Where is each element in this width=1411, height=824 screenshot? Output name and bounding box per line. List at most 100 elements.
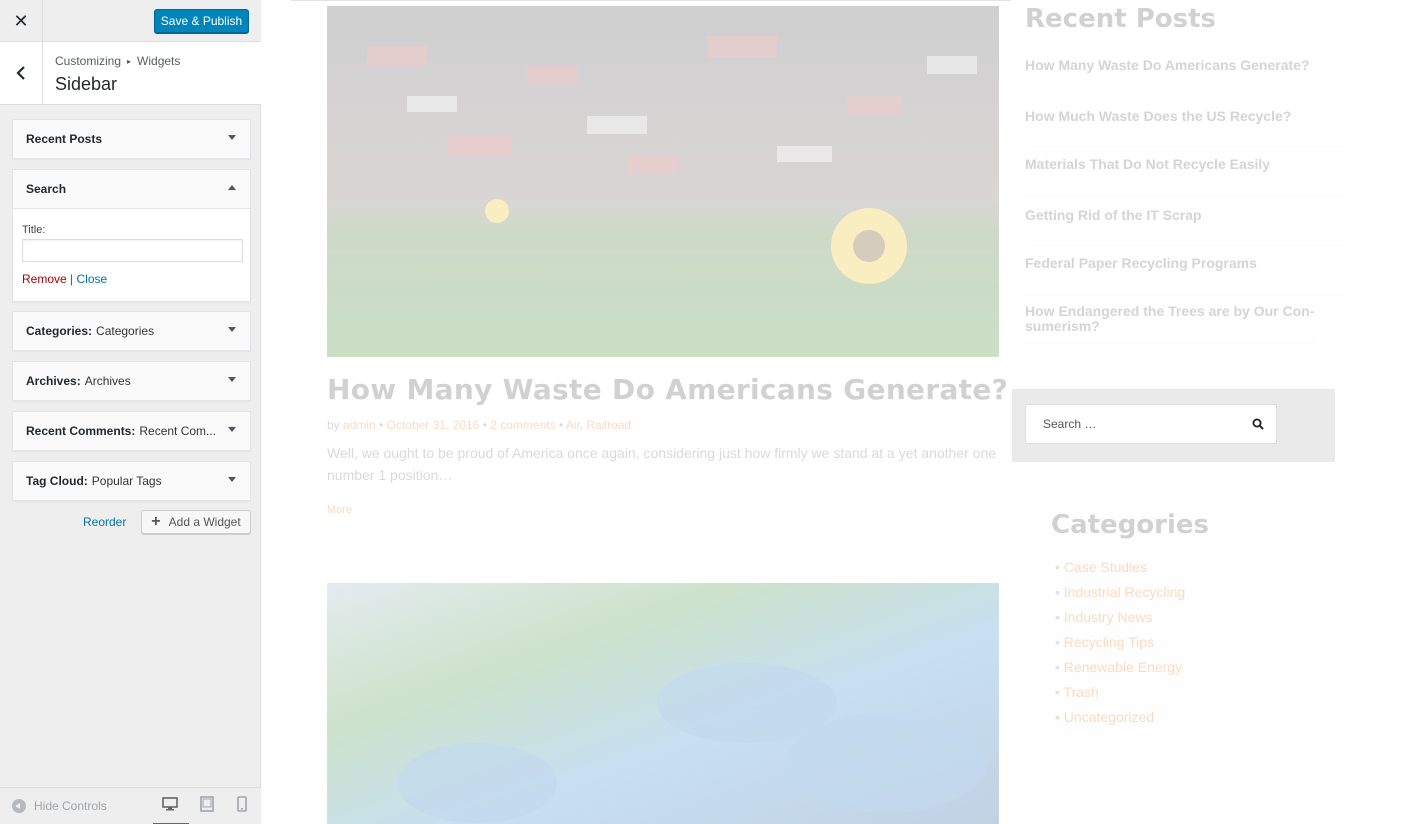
remove-widget-link[interactable]: Remove — [22, 272, 67, 286]
tablet-preview-button[interactable] — [200, 796, 218, 816]
desktop-icon — [162, 797, 178, 811]
title-field-label: Title: — [22, 224, 46, 236]
category-separator: , — [579, 418, 584, 432]
save-publish-button[interactable]: Save & Publish — [154, 9, 249, 33]
post-meta: by admin • October 31, 2016 • 2 comments… — [327, 418, 631, 432]
category-link[interactable]: Case Studies — [1055, 558, 1185, 583]
close-widget-link[interactable]: Close — [77, 272, 108, 286]
expand-arrow-icon[interactable] — [228, 427, 236, 432]
expand-arrow-icon[interactable] — [228, 135, 236, 140]
site-preview: How Many Waste Do Americans Generate? by… — [261, 0, 1411, 824]
post-date[interactable]: October 31, 2016 — [387, 418, 480, 432]
post-featured-image[interactable] — [327, 583, 999, 824]
category-link[interactable]: Renewable Energy — [1055, 658, 1185, 683]
desktop-preview-button[interactable] — [153, 796, 189, 824]
mobile-icon — [237, 796, 247, 812]
section-title: Sidebar — [55, 74, 118, 94]
mobile-preview-button[interactable] — [237, 796, 255, 816]
widget-title: Search — [26, 182, 67, 196]
widget-search: Search Title: Remove | Close — [12, 169, 251, 302]
categories-list: Case Studies Industrial Recycling Indust… — [1055, 558, 1186, 733]
categories-widget: Categories Case Studies Industrial Recyc… — [1025, 478, 1347, 748]
widget-title-input[interactable] — [22, 239, 243, 262]
widget-categories: Categories: Categories — [12, 311, 251, 351]
widget-header[interactable]: Archives: Archives — [13, 362, 250, 400]
post-category[interactable]: Railroad — [587, 418, 632, 432]
widget-actions: Remove | Close — [22, 272, 241, 286]
widget-header[interactable]: Search — [13, 170, 250, 208]
customizer-panel: ✕ Save & Publish Customizing ▸ Widgets S… — [0, 0, 261, 824]
meta-dot: • — [558, 418, 566, 432]
widget-header[interactable]: Recent Comments: Recent Com... — [13, 412, 250, 450]
widget-title: Categories: — [26, 324, 93, 338]
recent-post-link[interactable]: Getting Rid of the IT Scrap — [1025, 197, 1345, 246]
add-widget-button[interactable]: + Add a Widget — [141, 510, 251, 534]
widget-form: Title: Remove | Close — [13, 208, 250, 301]
hide-controls-button[interactable]: Hide Controls — [12, 799, 107, 813]
post-author[interactable]: admin — [343, 418, 376, 432]
widget-title: Recent Comments: — [26, 424, 136, 438]
recent-post-link[interactable]: Materials That Do Not Recycle Easily — [1025, 147, 1345, 197]
widget-recent-posts: Recent Posts — [12, 119, 251, 159]
section-header: Customizing ▸ Widgets Sidebar — [0, 42, 261, 105]
widget-title: Archives: — [26, 374, 81, 388]
widget-title: Recent Posts — [26, 132, 103, 146]
plus-icon: + — [151, 513, 161, 530]
categories-heading: Categories — [1051, 510, 1210, 540]
recent-post-link[interactable]: How Endangered the Trees are by Our Con-… — [1025, 296, 1315, 344]
widget-subtitle: Popular Tags — [91, 474, 162, 488]
header-line — [291, 0, 1011, 1]
recent-posts-list: How Many Waste Do Americans Generate? Ho… — [1025, 48, 1345, 344]
close-customizer-button[interactable]: ✕ — [0, 0, 43, 42]
recent-posts-heading: Recent Posts — [1025, 4, 1216, 34]
widget-archives: Archives: Archives — [12, 361, 251, 401]
chevron-left-icon — [16, 66, 25, 80]
breadcrumb-child: Widgets — [137, 54, 181, 68]
widget-recent-comments: Recent Comments: Recent Com... — [12, 411, 251, 451]
widget-header[interactable]: Recent Posts — [13, 120, 250, 158]
widget-header[interactable]: Tag Cloud: Popular Tags — [13, 462, 250, 500]
back-button[interactable] — [0, 42, 43, 104]
recent-post-link[interactable]: Federal Paper Recycling Programs — [1025, 246, 1345, 296]
collapse-icon — [12, 799, 26, 813]
breadcrumb-root: Customizing — [55, 54, 122, 68]
tablet-icon — [200, 796, 214, 812]
recent-post-link[interactable]: How Many Waste Do Americans Generate? — [1025, 48, 1345, 98]
customizer-header: ✕ Save & Publish — [0, 0, 261, 42]
expand-arrow-icon[interactable] — [228, 327, 236, 332]
collapse-arrow-icon[interactable] — [228, 185, 236, 190]
category-link[interactable]: Industry News — [1055, 608, 1185, 633]
category-link[interactable]: Recycling Tips — [1055, 633, 1185, 658]
more-link[interactable]: More — [327, 504, 352, 516]
widget-subtitle: Categories — [96, 324, 155, 338]
breadcrumb-separator-icon: ▸ — [127, 56, 132, 66]
expand-arrow-icon[interactable] — [228, 377, 236, 382]
breadcrumb: Customizing ▸ Widgets — [55, 54, 180, 68]
recent-post-link[interactable]: How Much Waste Does the US Recycle? — [1025, 98, 1345, 147]
post-category[interactable]: Air — [566, 418, 580, 432]
reorder-button[interactable]: Reorder — [83, 515, 126, 529]
add-widget-label: Add a Widget — [168, 515, 241, 529]
search-icon[interactable] — [1252, 418, 1264, 433]
widget-subtitle: Archives — [84, 374, 131, 388]
widget-subtitle: Recent Com... — [139, 424, 217, 438]
post-by: by — [327, 418, 340, 432]
search-input[interactable]: Search … — [1025, 404, 1277, 444]
category-link[interactable]: Industrial Recycling — [1055, 583, 1185, 608]
widget-title: Tag Cloud: — [26, 474, 88, 488]
widget-tag-cloud: Tag Cloud: Popular Tags — [12, 461, 251, 501]
post-comments[interactable]: 2 comments — [490, 418, 555, 432]
post-excerpt: Well, we ought to be proud of America on… — [327, 445, 997, 483]
customizer-app: How Many Waste Do Americans Generate? by… — [0, 0, 1411, 824]
search-placeholder: Search … — [1043, 417, 1097, 431]
widget-header[interactable]: Categories: Categories — [13, 312, 250, 350]
action-divider: | — [70, 272, 74, 286]
category-link[interactable]: Trash — [1055, 683, 1185, 708]
post-featured-image[interactable] — [327, 6, 999, 357]
hide-controls-label: Hide Controls — [34, 799, 107, 813]
category-link[interactable]: Uncategorized — [1055, 708, 1185, 733]
customizer-footer: Hide Controls — [0, 787, 261, 824]
meta-dot: • — [379, 418, 387, 432]
post-title[interactable]: How Many Waste Do Americans Generate? — [327, 373, 1008, 406]
expand-arrow-icon[interactable] — [228, 477, 236, 482]
